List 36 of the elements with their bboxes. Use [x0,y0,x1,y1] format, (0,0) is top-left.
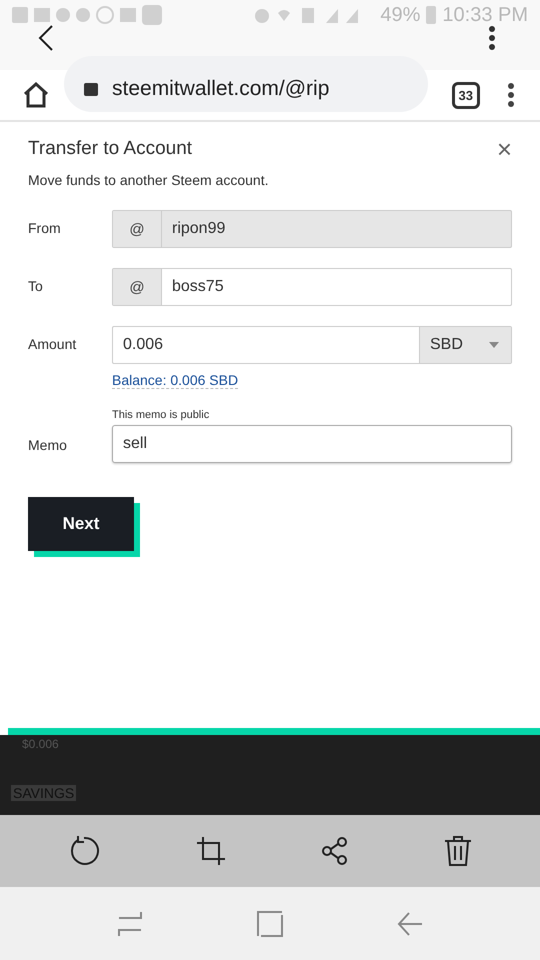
username-field[interactable]: @ boss75 [112,268,512,306]
back-icon[interactable] [38,25,54,51]
amount-field[interactable]: 0.006 [113,336,419,354]
dialog-subtitle: Move funds to another Steem account. [28,172,270,188]
tabs-button[interactable]: 33 [452,82,480,108]
recents-icon[interactable] [117,910,143,936]
address-bar[interactable]: steemitwallet.com/@rip [64,56,428,112]
balance-link[interactable]: Balance: 0.006 SBD [112,372,238,389]
field-value: boss75 [171,278,224,296]
battery-level: 49% [380,4,420,26]
field-label: From [28,219,62,236]
trash-icon[interactable] [444,836,472,866]
memo-hint: This memo is public [112,409,210,421]
more-icon[interactable] [489,26,495,50]
share-icon[interactable] [322,837,348,865]
next-button[interactable]: Next [28,497,134,551]
currency-select[interactable]: SBD [419,327,511,363]
at-prefix: @ [113,269,162,305]
field-label: To [28,277,44,294]
dialog-title: Transfer to Account [28,138,192,160]
field-label: Amount [28,335,78,352]
lock-icon [84,82,98,96]
battery-icon [426,6,436,24]
clock-time: 10:33 PM [442,4,528,26]
home-icon[interactable] [22,82,50,108]
crop-icon[interactable] [196,836,226,866]
more-icon[interactable] [508,83,514,107]
at-prefix: @ [113,211,162,247]
url-text: steemitwallet.com/@rip [112,77,330,101]
rotate-icon[interactable] [68,835,100,867]
close-button[interactable]: × [488,136,512,162]
field-value: ripon99 [171,220,226,238]
app-square-icon [142,5,162,25]
field-label: Memo [28,436,68,455]
caret-icon [489,342,499,348]
memo-field[interactable]: sell [112,425,512,463]
